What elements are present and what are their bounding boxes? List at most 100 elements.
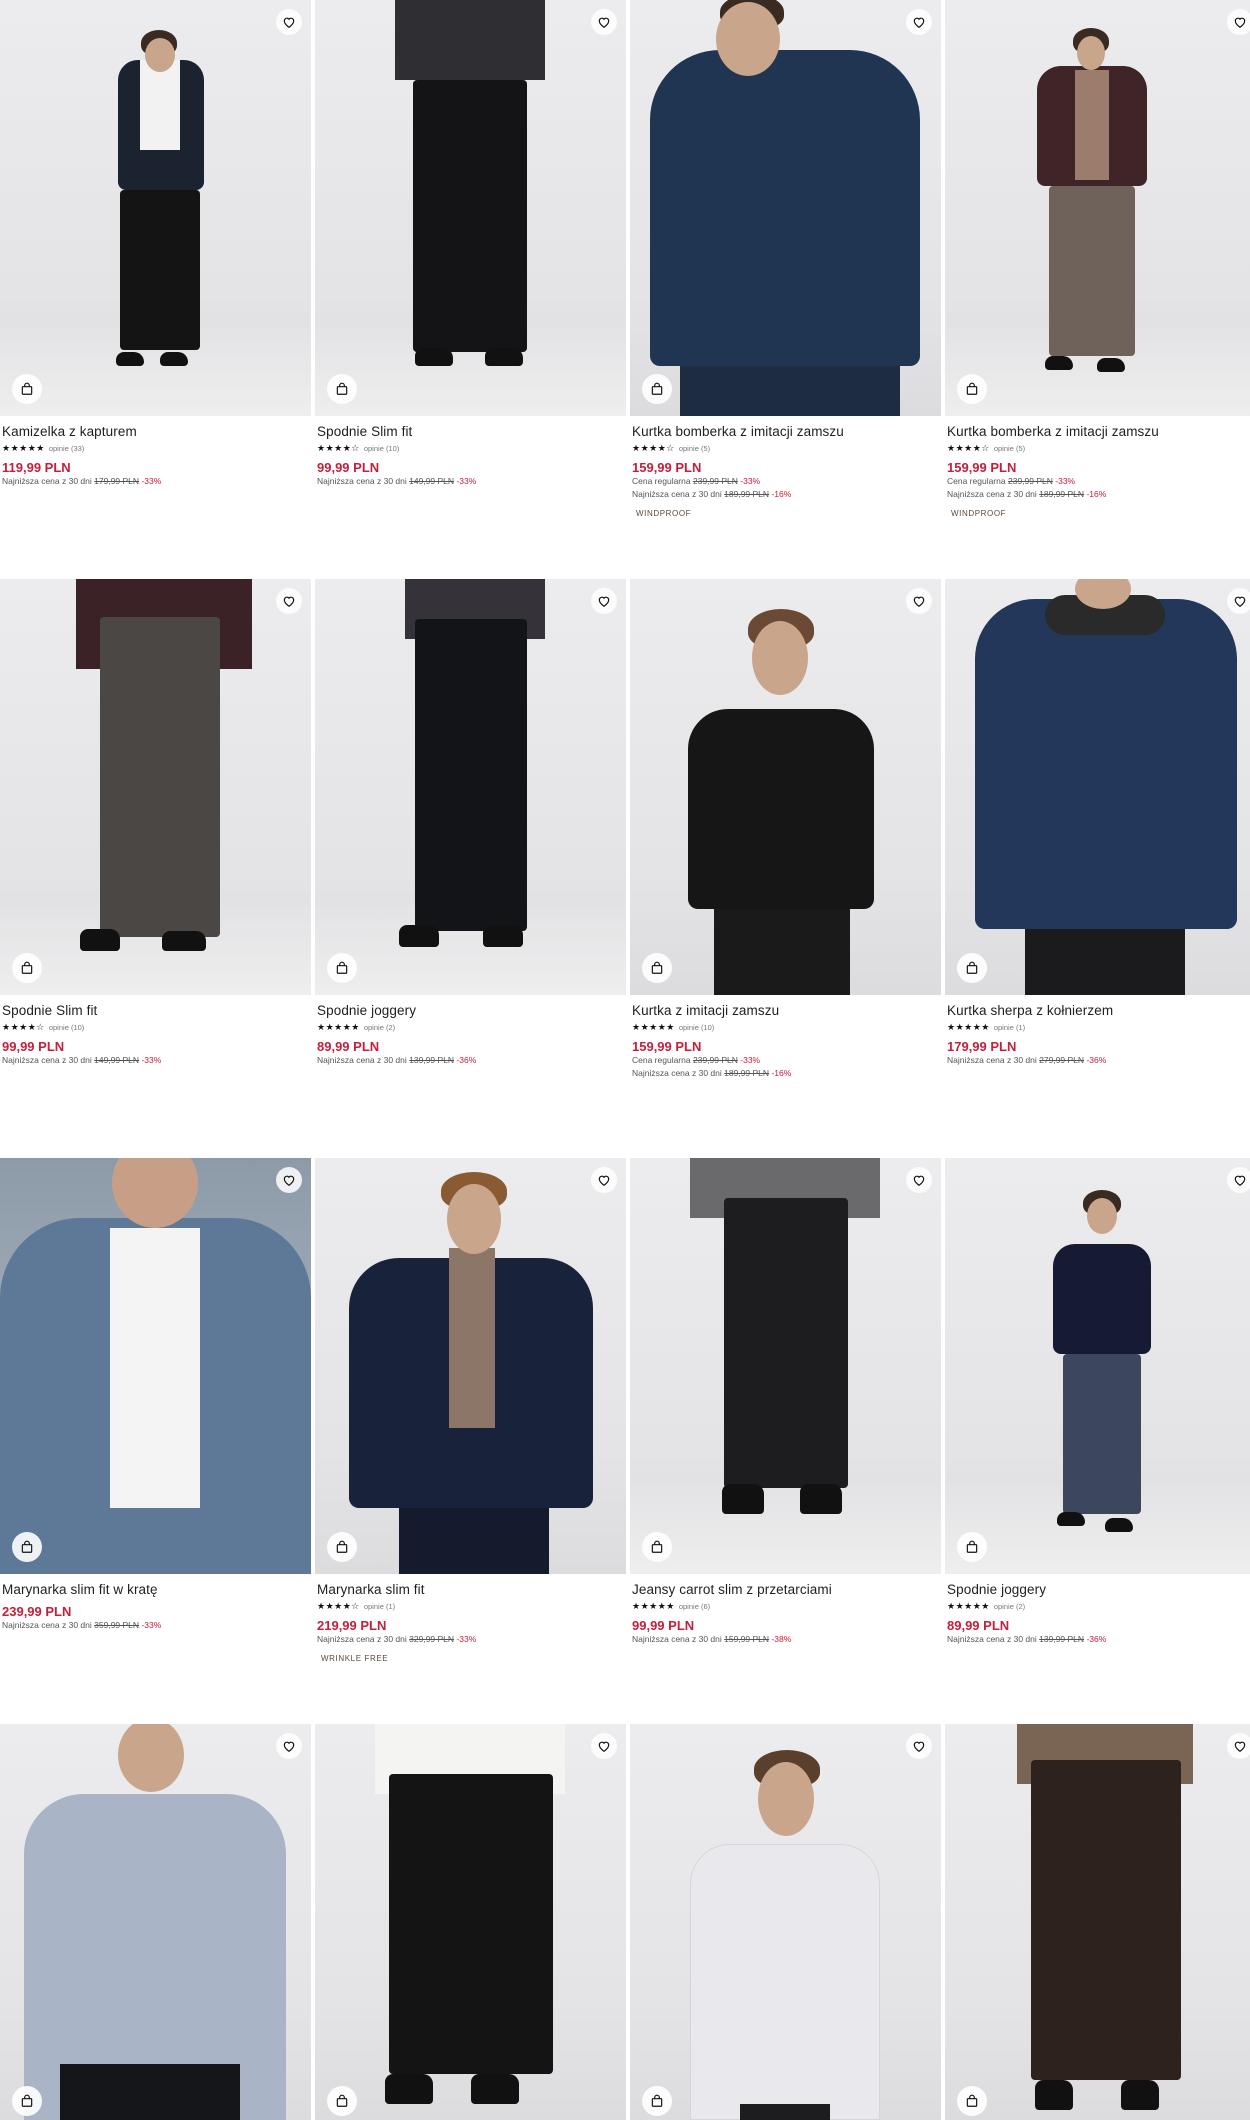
- add-to-cart-button[interactable]: [957, 953, 987, 983]
- product-card[interactable]: Kurtka bomberka z imitacji zamszu ★★★★☆ o…: [945, 0, 1250, 579]
- heart-icon: [913, 17, 925, 28]
- favorite-button[interactable]: [591, 9, 617, 35]
- add-to-cart-button[interactable]: [327, 2086, 357, 2116]
- product-price: 99,99 PLN: [632, 1618, 695, 1633]
- add-to-cart-button[interactable]: [327, 374, 357, 404]
- product-image[interactable]: [945, 1724, 1250, 2120]
- product-card[interactable]: Kurtka z imitacji zamszu ★★★★★ opinie (10…: [630, 579, 941, 1158]
- product-title[interactable]: Kurtka sherpa z kołnierzem: [947, 1003, 1250, 1019]
- favorite-button[interactable]: [906, 1733, 932, 1759]
- favorite-button[interactable]: [276, 1733, 302, 1759]
- product-image[interactable]: [630, 1158, 941, 1574]
- product-card[interactable]: Kamizelka z kapturem ★★★★★ opinie (33) 11…: [0, 0, 311, 579]
- add-to-cart-button[interactable]: [327, 953, 357, 983]
- product-card[interactable]: Kurtka bomberka z imitacji zamszu ★★★★☆ o…: [630, 0, 941, 579]
- product-card[interactable]: [0, 1724, 311, 2120]
- product-image[interactable]: [0, 0, 311, 416]
- shopping-bag-icon: [966, 382, 978, 395]
- product-title[interactable]: Marynarka slim fit: [317, 1582, 624, 1598]
- product-image[interactable]: [630, 1724, 941, 2120]
- favorite-button[interactable]: [1227, 1167, 1250, 1193]
- product-card[interactable]: Jeansy carrot slim z przetarciami ★★★★★ o…: [630, 1158, 941, 1724]
- product-title[interactable]: Jeansy carrot slim z przetarciami: [632, 1582, 939, 1598]
- add-to-cart-button[interactable]: [12, 1532, 42, 1562]
- product-card[interactable]: Spodnie Slim fit ★★★★☆ opinie (10) 99,99 …: [0, 579, 311, 1158]
- heart-icon: [913, 1741, 925, 1752]
- rating-stars: ★★★★★: [632, 1602, 675, 1612]
- heart-icon: [913, 596, 925, 607]
- add-to-cart-button[interactable]: [642, 1532, 672, 1562]
- review-count: opinie (5): [993, 444, 1026, 453]
- favorite-button[interactable]: [591, 1167, 617, 1193]
- add-to-cart-button[interactable]: [642, 374, 672, 404]
- review-count: opinie (1): [993, 1023, 1026, 1032]
- favorite-button[interactable]: [276, 9, 302, 35]
- product-image[interactable]: [0, 1158, 311, 1574]
- product-card[interactable]: Marynarka slim fit ★★★★☆ opinie (1) 219,9…: [315, 1158, 626, 1724]
- add-to-cart-button[interactable]: [12, 2086, 42, 2116]
- add-to-cart-button[interactable]: [12, 953, 42, 983]
- product-card[interactable]: [630, 1724, 941, 2120]
- product-title[interactable]: Spodnie joggery: [947, 1582, 1250, 1598]
- product-image[interactable]: [315, 579, 626, 995]
- product-image[interactable]: [315, 1724, 626, 2120]
- product-card[interactable]: [315, 1724, 626, 2120]
- product-price: 239,99 PLN: [2, 1604, 72, 1619]
- add-to-cart-button[interactable]: [327, 1532, 357, 1562]
- lowest-price-info: Najniższa cena z 30 dni 139,99 PLN -36%: [317, 1055, 477, 1065]
- product-card[interactable]: [945, 1724, 1250, 2120]
- add-to-cart-button[interactable]: [12, 374, 42, 404]
- product-price: 119,99 PLN: [2, 460, 71, 475]
- shopping-bag-icon: [336, 961, 348, 974]
- add-to-cart-button[interactable]: [957, 2086, 987, 2116]
- heart-icon: [598, 1175, 610, 1186]
- feature-tag: WINDPROOF: [951, 509, 1007, 518]
- product-card[interactable]: Marynarka slim fit w kratę 239,99 PLN Na…: [0, 1158, 311, 1724]
- product-title[interactable]: Spodnie Slim fit: [317, 424, 624, 440]
- product-card[interactable]: Kurtka sherpa z kołnierzem ★★★★★ opinie (…: [945, 579, 1250, 1158]
- product-title[interactable]: Kurtka bomberka z imitacji zamszu: [947, 424, 1250, 440]
- product-image[interactable]: [945, 579, 1250, 995]
- product-title[interactable]: Spodnie Slim fit: [2, 1003, 309, 1019]
- product-title[interactable]: Kamizelka z kapturem: [2, 424, 309, 440]
- product-card[interactable]: Spodnie Slim fit ★★★★☆ opinie (10) 99,99 …: [315, 0, 626, 579]
- product-image[interactable]: [0, 579, 311, 995]
- shopping-bag-icon: [336, 382, 348, 395]
- favorite-button[interactable]: [906, 1167, 932, 1193]
- product-card[interactable]: Spodnie joggery ★★★★★ opinie (2) 89,99 PL…: [945, 1158, 1250, 1724]
- favorite-button[interactable]: [591, 588, 617, 614]
- favorite-button[interactable]: [906, 588, 932, 614]
- product-image[interactable]: [945, 0, 1250, 416]
- product-price: 219,99 PLN: [317, 1618, 387, 1633]
- product-title[interactable]: Marynarka slim fit w kratę: [2, 1582, 309, 1598]
- shopping-bag-icon: [651, 1540, 663, 1553]
- product-rating: ★★★★★ opinie (2): [947, 1602, 1250, 1612]
- product-title[interactable]: Spodnie joggery: [317, 1003, 624, 1019]
- favorite-button[interactable]: [591, 1733, 617, 1759]
- product-rating: ★★★★★ opinie (1): [947, 1023, 1250, 1033]
- rating-stars: ★★★★☆: [317, 444, 360, 454]
- review-count: opinie (2): [993, 1602, 1026, 1611]
- product-image[interactable]: [630, 0, 941, 416]
- product-title[interactable]: Kurtka z imitacji zamszu: [632, 1003, 939, 1019]
- product-image[interactable]: [0, 1724, 311, 2120]
- product-card[interactable]: Spodnie joggery ★★★★★ opinie (2) 89,99 PL…: [315, 579, 626, 1158]
- product-title[interactable]: Kurtka bomberka z imitacji zamszu: [632, 424, 939, 440]
- favorite-button[interactable]: [1227, 588, 1250, 614]
- product-image[interactable]: [945, 1158, 1250, 1574]
- favorite-button[interactable]: [276, 588, 302, 614]
- favorite-button[interactable]: [276, 1167, 302, 1193]
- add-to-cart-button[interactable]: [642, 2086, 672, 2116]
- add-to-cart-button[interactable]: [957, 1532, 987, 1562]
- product-rating: ★★★★☆ opinie (10): [2, 1023, 309, 1033]
- add-to-cart-button[interactable]: [642, 953, 672, 983]
- favorite-button[interactable]: [1227, 1733, 1250, 1759]
- product-rating: ★★★★★ opinie (33): [2, 444, 309, 454]
- product-image[interactable]: [315, 0, 626, 416]
- add-to-cart-button[interactable]: [957, 374, 987, 404]
- favorite-button[interactable]: [906, 9, 932, 35]
- rating-stars: ★★★★★: [317, 1023, 360, 1033]
- product-image[interactable]: [315, 1158, 626, 1574]
- favorite-button[interactable]: [1227, 9, 1250, 35]
- product-image[interactable]: [630, 579, 941, 995]
